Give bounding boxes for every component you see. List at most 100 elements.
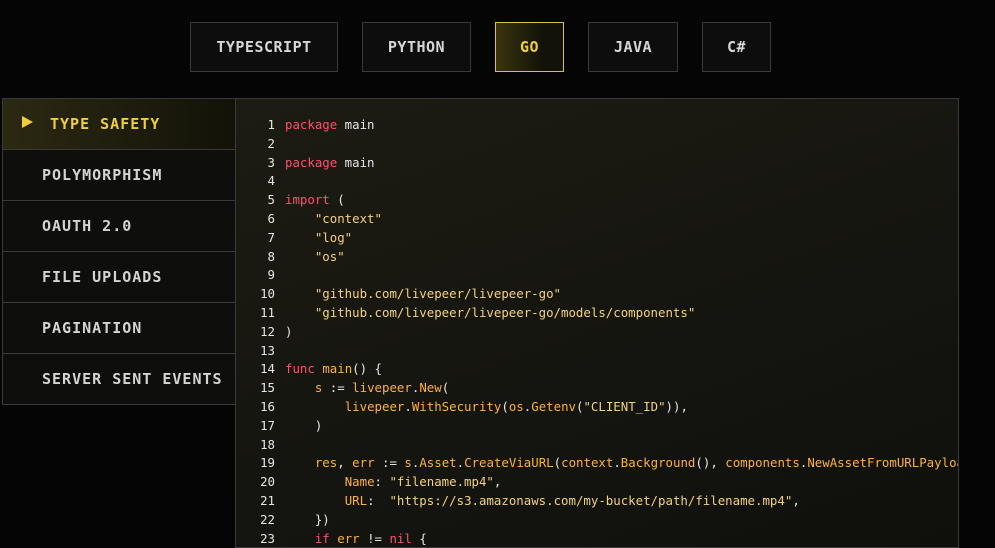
code-token: })	[285, 511, 330, 527]
code-text: import (	[285, 191, 345, 210]
tab-python[interactable]: PYTHON	[362, 22, 471, 72]
code-text: )	[285, 323, 292, 342]
code-text: "context"	[285, 210, 382, 229]
code-token: Background	[620, 455, 696, 471]
code-token: package	[285, 154, 338, 170]
line-number: 2	[267, 135, 275, 151]
code-line: 10 "github.com/livepeer/livepeer-go"	[236, 285, 958, 304]
code-token: if	[314, 530, 330, 546]
code-token: err	[352, 455, 375, 471]
sidebar-item-file-uploads[interactable]: FILE UPLOADS	[3, 252, 236, 303]
code-text: if err != nil {	[285, 530, 427, 547]
code-token: (	[329, 192, 345, 208]
play-arrow-icon	[22, 116, 33, 128]
code-token: (	[441, 380, 450, 396]
code-token: )	[285, 323, 293, 339]
code-token: "CLIENT_ID"	[583, 398, 666, 414]
sidebar-item-label: SERVER SENT EVENTS	[42, 370, 223, 388]
line-number: 10	[260, 286, 275, 302]
code-token: "os"	[314, 248, 345, 264]
code-line: 1 package main	[236, 116, 958, 135]
line-number: 7	[267, 229, 275, 245]
code-token: "github.com/livepeer/livepeer-go"	[314, 286, 562, 302]
code-text: s := livepeer.New(	[285, 379, 449, 398]
line-number: 1	[267, 117, 275, 132]
code-text: livepeer.WithSecurity(os.Getenv("CLIENT_…	[285, 398, 688, 417]
code-text: Name: "filename.mp4",	[285, 473, 502, 492]
code-token: :	[367, 492, 390, 508]
sidebar-item-type-safety[interactable]: TYPE SAFETY	[3, 99, 236, 150]
code-line: 5 import (	[236, 191, 958, 210]
code-token: )	[285, 417, 323, 433]
line-number: 4	[267, 173, 275, 189]
code-line: 13	[236, 342, 958, 361]
sidebar-item-server-sent-events[interactable]: SERVER SENT EVENTS	[3, 354, 236, 405]
code-token: Asset	[419, 455, 457, 471]
code-line: 23 if err != nil {	[236, 530, 958, 547]
line-number: 9	[267, 267, 275, 283]
code-line: 14 func main() {	[236, 360, 958, 379]
code-line: 3 package main	[236, 154, 958, 173]
code-line: 12)	[236, 323, 958, 342]
code-token: (	[501, 398, 509, 414]
code-token: os	[508, 398, 524, 414]
line-number: 18	[260, 436, 275, 452]
line-number: 21	[260, 492, 275, 508]
code-token: NewAssetFromURLPayload	[807, 455, 959, 471]
code-token: "https://s3.amazonaws.com/my-bucket/path…	[389, 492, 793, 508]
code-text: package main	[285, 116, 375, 135]
line-number: 13	[260, 342, 275, 358]
sidebar-item-label: PAGINATION	[42, 319, 143, 337]
code-line: 17 )	[236, 417, 958, 436]
line-number: 15	[260, 380, 275, 396]
code-line: 15 s := livepeer.New(	[236, 379, 958, 398]
code-token: :=	[374, 455, 405, 471]
code-token: main	[337, 154, 375, 170]
line-number: 23	[260, 530, 275, 546]
code-line: 20 Name: "filename.mp4",	[236, 473, 958, 492]
code-token: "github.com/livepeer/livepeer-go/models/…	[314, 304, 696, 320]
tab-csharp[interactable]: C#	[702, 22, 771, 72]
line-number: 3	[267, 154, 275, 170]
code-panel[interactable]: 1 package main 2 3 package main 4 5 import (6 "…	[235, 98, 959, 548]
code-token: context	[561, 455, 614, 471]
code-token: URL	[344, 492, 368, 508]
tab-typescript[interactable]: TYPESCRIPT	[190, 22, 338, 72]
code-token: main	[337, 117, 375, 132]
code-line: 4	[236, 172, 958, 191]
sidebar-item-oauth[interactable]: OAUTH 2.0	[3, 201, 236, 252]
code-token: .	[404, 398, 412, 414]
code-line: 7 "log"	[236, 229, 958, 248]
code-token: CreateViaURL	[464, 455, 554, 471]
code-line: 2	[236, 135, 958, 154]
code-token: Name	[344, 474, 375, 490]
code-token: () {	[352, 361, 382, 377]
sidebar-item-pagination[interactable]: PAGINATION	[3, 303, 236, 354]
sidebar-item-label: FILE UPLOADS	[42, 268, 163, 286]
tab-go[interactable]: GO	[495, 22, 564, 72]
code-text: "log"	[285, 229, 352, 248]
code-token: WithSecurity	[411, 398, 502, 414]
line-number: 19	[260, 455, 275, 471]
code-line: 9	[236, 266, 958, 285]
code-token: "log"	[314, 229, 353, 245]
code-text: res, err := s.Asset.CreateViaURL(context…	[285, 454, 959, 473]
code-line: 19 res, err := s.Asset.CreateViaURL(cont…	[236, 454, 959, 473]
code-token: main	[322, 361, 353, 377]
line-number: 11	[260, 304, 275, 320]
tab-java[interactable]: JAVA	[588, 22, 678, 72]
code-token: "filename.mp4"	[389, 474, 494, 490]
feature-sidebar: TYPE SAFETY POLYMORPHISM OAUTH 2.0 FILE …	[2, 98, 237, 405]
code-token: s	[404, 455, 412, 471]
sidebar-item-polymorphism[interactable]: POLYMORPHISM	[3, 150, 236, 201]
code-block: 1 package main 2 3 package main 4 5 import (6 "…	[236, 116, 959, 547]
code-token: :	[374, 474, 390, 490]
